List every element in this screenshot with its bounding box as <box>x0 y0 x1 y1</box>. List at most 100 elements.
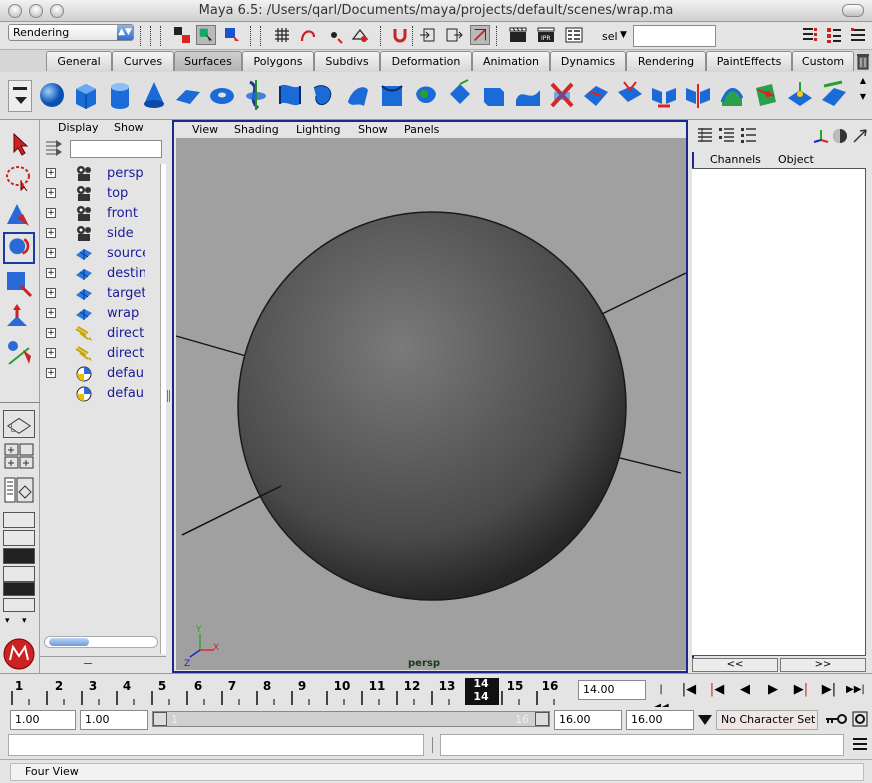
layout-persp-graph-icon[interactable] <box>3 512 35 528</box>
intersect-surfaces-icon[interactable] <box>548 78 576 112</box>
layout-persp-persp-icon[interactable] <box>3 566 35 582</box>
script-editor-icon[interactable] <box>852 737 868 751</box>
outliner-filter-field[interactable] <box>70 140 162 158</box>
nurbs-torus-icon[interactable] <box>208 78 236 112</box>
snap-to-curve-icon[interactable] <box>298 25 318 45</box>
four-view-icon[interactable] <box>3 442 35 470</box>
play-forwards-icon[interactable]: ▶ <box>764 681 782 699</box>
rebuild-surfaces-icon[interactable] <box>820 78 848 112</box>
square-surface-icon[interactable] <box>446 78 474 112</box>
expand-toggle[interactable]: + <box>46 248 56 258</box>
expand-toggle[interactable]: + <box>46 228 56 238</box>
select-by-object-icon[interactable] <box>196 25 216 45</box>
nurbs-plane-icon[interactable] <box>174 78 202 112</box>
outliner-item-direct[interactable]: + direct <box>40 344 160 364</box>
go-to-end-icon[interactable]: ▶▶| <box>846 681 865 699</box>
next-page-button[interactable]: >> <box>780 658 866 672</box>
chevron-down-icon[interactable]: ▼ <box>858 92 868 101</box>
loft-icon[interactable] <box>276 78 304 112</box>
construction-history-icon[interactable] <box>470 25 490 45</box>
scale-tool-icon[interactable] <box>3 268 35 300</box>
planar-icon[interactable] <box>310 78 338 112</box>
detach-surfaces-icon[interactable] <box>684 78 712 112</box>
expand-toggle[interactable]: + <box>46 168 56 178</box>
time-slider-track[interactable]: 1 2 3 4 5 6 7 8 9 10 11 12 13 14 14 15 1… <box>8 677 570 705</box>
tab-dynamics[interactable]: Dynamics <box>550 51 626 71</box>
go-to-start-icon[interactable]: |◀◀ <box>652 681 670 713</box>
channel-list[interactable] <box>692 168 866 656</box>
menu-channels[interactable]: Channels <box>710 153 761 166</box>
outliner-horizontal-scrollbar[interactable] <box>44 636 158 648</box>
outliner-item-source[interactable]: + source <box>40 244 160 264</box>
outliner-item-defaul[interactable]: + defaul <box>40 364 160 384</box>
extrude-icon[interactable] <box>344 78 372 112</box>
nurbs-sphere-icon[interactable] <box>38 78 66 112</box>
select-by-hierarchy-icon[interactable] <box>172 25 192 45</box>
expand-toggle[interactable]: + <box>46 328 56 338</box>
last-tool-used-icon[interactable] <box>3 336 35 368</box>
attribute-editor-toggle-icon[interactable] <box>800 25 820 45</box>
toolbar-toggle-button[interactable] <box>842 4 864 17</box>
expand-toggle[interactable]: + <box>46 348 56 358</box>
outliner-item-target[interactable]: + target <box>40 284 160 304</box>
step-back-frame-icon[interactable]: |◀ <box>680 681 698 699</box>
menu-shading[interactable]: Shading <box>234 123 279 136</box>
render-view-icon[interactable] <box>508 25 528 45</box>
project-curve-icon[interactable] <box>514 78 542 112</box>
command-input[interactable] <box>8 734 424 756</box>
step-back-key-icon[interactable]: |◀ <box>708 681 726 699</box>
menu-panels[interactable]: Panels <box>404 123 439 136</box>
expand-toggle[interactable]: + <box>46 208 56 218</box>
expand-toggle[interactable]: + <box>46 288 56 298</box>
range-bar[interactable]: 1 16 <box>152 711 550 727</box>
tool-settings-toggle-icon[interactable] <box>824 25 844 45</box>
menu-view[interactable]: View <box>192 123 218 136</box>
playback-end-field[interactable]: 16.00 <box>554 710 622 730</box>
menu-set-dropdown[interactable]: Rendering ▲▼ <box>8 24 134 41</box>
manipulator-tool-icon[interactable] <box>3 302 35 334</box>
shelf-menu-button[interactable] <box>8 80 32 112</box>
tab-painteffects[interactable]: PaintEffects <box>706 51 792 71</box>
output-ops-icon[interactable] <box>444 25 464 45</box>
lasso-tool-icon[interactable] <box>3 162 35 194</box>
viewport-scene[interactable]: X Y Z <box>176 138 686 670</box>
outliner-filter-icon[interactable] <box>44 138 64 158</box>
bevel-icon[interactable] <box>480 78 508 112</box>
layout-graph-editor-icon[interactable] <box>3 598 35 612</box>
step-forward-key-icon[interactable]: ▶| <box>792 681 810 699</box>
tab-curves[interactable]: Curves <box>112 51 174 71</box>
extend-surfaces-icon[interactable] <box>752 78 780 112</box>
end-time-field[interactable]: 16.00 <box>626 710 694 730</box>
nurbs-cube-icon[interactable] <box>72 78 100 112</box>
ipr-render-icon[interactable]: IPR <box>536 25 556 45</box>
outliner-item-direct[interactable]: + direct <box>40 324 160 344</box>
expand-toggle[interactable]: + <box>46 368 56 378</box>
tab-rendering[interactable]: Rendering <box>626 51 706 71</box>
range-start-handle[interactable] <box>153 712 167 726</box>
chevron-down-icon[interactable]: ▾ <box>5 616 10 626</box>
tab-custom[interactable]: Custom <box>792 51 854 71</box>
animation-preferences-icon[interactable] <box>852 711 868 727</box>
tab-surfaces[interactable]: Surfaces <box>174 51 242 71</box>
attribute-list-icon[interactable] <box>740 126 758 144</box>
expand-toggle[interactable]: + <box>46 188 56 198</box>
tab-subdivs[interactable]: Subdivs <box>314 51 380 71</box>
shelf-scrollbar[interactable]: ▲ ▼ <box>858 76 868 114</box>
single-perspective-view-icon[interactable] <box>3 410 35 438</box>
menu-display[interactable]: Display <box>58 121 99 134</box>
input-ops-icon[interactable] <box>418 25 438 45</box>
layout-hypershade-icon[interactable] <box>3 530 35 546</box>
magnet-icon[interactable] <box>390 25 410 45</box>
layout-persp-hypergraph-icon[interactable] <box>3 548 35 564</box>
select-by-component-icon[interactable] <box>222 25 242 45</box>
xyz-axes-icon[interactable] <box>812 128 830 144</box>
outliner-split-handle[interactable] <box>40 656 168 673</box>
offset-surface-icon[interactable] <box>786 78 814 112</box>
revolve-icon[interactable] <box>242 78 270 112</box>
snap-to-point-icon[interactable] <box>324 25 344 45</box>
nurbs-sphere[interactable] <box>237 211 627 601</box>
shading-sphere-icon[interactable] <box>832 128 848 144</box>
character-set-field[interactable]: No Character Set <box>716 710 818 730</box>
chevron-down-icon[interactable]: ▼ <box>620 30 627 40</box>
chevron-up-icon[interactable]: ▲ <box>858 76 868 85</box>
